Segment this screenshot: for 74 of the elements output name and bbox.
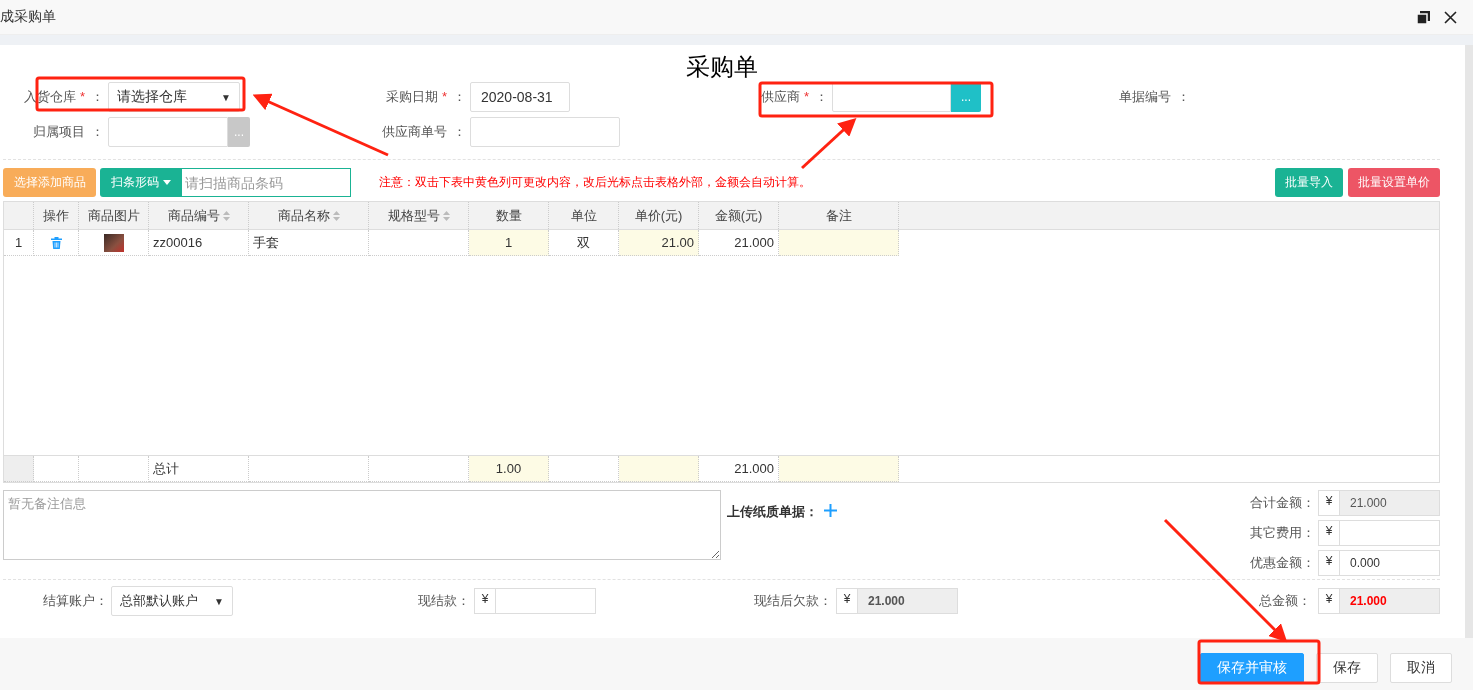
label-colon: ：: [91, 124, 104, 139]
annotation-arrow: [801, 117, 857, 170]
amount-field: 21.000: [1340, 490, 1440, 516]
plus-icon[interactable]: [824, 504, 837, 517]
table-cell: [4, 456, 34, 482]
window-title: 成采购单: [0, 8, 57, 26]
footer-button[interactable]: 取消: [1390, 653, 1452, 683]
footer-button[interactable]: 保存: [1316, 653, 1378, 683]
column-header: 单价(元): [619, 202, 699, 229]
required-mark: *: [802, 89, 809, 104]
column-header: 商品图片: [79, 202, 149, 229]
currency-sign: ¥: [1318, 520, 1340, 546]
amount-field[interactable]: [1340, 520, 1440, 546]
barcode-input[interactable]: 请扫描商品条码: [182, 168, 351, 197]
field-label: 采购日期: [386, 89, 439, 104]
table-cell: 21.00: [619, 230, 699, 256]
table-cell: 手套: [249, 230, 369, 256]
table-cell: zz00016: [149, 230, 249, 256]
upload-label: 上传纸质单据：: [727, 503, 818, 521]
column-header[interactable]: 规格型号: [369, 202, 469, 229]
notice-text: 注意：双击下表中黄色列可更改内容，改后光标点击表格外部，金额会自动计算。: [379, 174, 812, 191]
field-label: 结算账户：: [42, 592, 108, 610]
required-mark: *: [78, 89, 85, 104]
amount-field: 21.000: [1340, 588, 1440, 614]
scrollbar[interactable]: [1465, 45, 1473, 638]
sort-icon[interactable]: [332, 210, 340, 221]
warehouse-select[interactable]: 请选择仓库 ▼: [108, 82, 240, 112]
photo-placeholder: [103, 233, 124, 252]
total-cell: 总计: [149, 456, 249, 482]
amount-field[interactable]: [496, 588, 596, 614]
label-colon: ：: [453, 89, 466, 104]
remarks-field[interactable]: 暂无备注信息: [3, 490, 721, 560]
label-colon: ：: [453, 124, 466, 139]
column-header[interactable]: 商品名称: [249, 202, 369, 229]
restore-icon[interactable]: [1417, 10, 1430, 24]
close-icon[interactable]: [1444, 10, 1457, 24]
field-label: 单据编号: [1119, 89, 1171, 104]
column-header: 操作: [34, 202, 79, 229]
total-cell: 1.00: [469, 456, 549, 482]
amount-label: 合计金额：: [1250, 494, 1315, 512]
label-colon: ：: [815, 89, 828, 104]
field-label: 现结后欠款：: [753, 592, 832, 610]
text-field[interactable]: 2020-08-31: [470, 82, 570, 112]
column-header[interactable]: 商品编号: [149, 202, 249, 229]
currency-sign: ¥: [474, 588, 496, 614]
required-mark: *: [440, 89, 447, 104]
column-header: 金额(元): [699, 202, 779, 229]
label-colon: ：: [1177, 89, 1190, 104]
currency-sign: ¥: [1318, 490, 1340, 516]
label-colon: ：: [91, 89, 104, 104]
currency-sign: ¥: [1318, 550, 1340, 576]
amount-label: 其它费用：: [1250, 524, 1315, 542]
caret-icon: [163, 180, 171, 185]
trash-icon[interactable]: [50, 236, 62, 249]
account-select[interactable]: 总部默认账户 ▼: [111, 586, 233, 616]
field-label: 归属项目: [33, 124, 85, 139]
field-label: 供应商单号: [382, 124, 447, 139]
currency-sign: ¥: [836, 588, 858, 614]
amount-label: 优惠金额：: [1250, 554, 1315, 572]
picker-field[interactable]: [108, 117, 228, 147]
sort-icon[interactable]: [222, 210, 230, 221]
table-cell: 1: [469, 230, 549, 256]
column-header: 数量: [469, 202, 549, 229]
amount-field: 21.000: [858, 588, 958, 614]
form-title: 采购单: [685, 53, 758, 80]
sort-icon[interactable]: [442, 210, 450, 221]
field-label: 现结款：: [417, 592, 470, 610]
field-label: 总金额：: [1259, 592, 1311, 610]
amount-field[interactable]: 0.000: [1340, 550, 1440, 576]
column-header: 备注: [779, 202, 899, 229]
row-number: 1: [14, 235, 23, 250]
text-field[interactable]: [470, 117, 620, 147]
column-header: 单位: [549, 202, 619, 229]
currency-sign: ¥: [1318, 588, 1340, 614]
